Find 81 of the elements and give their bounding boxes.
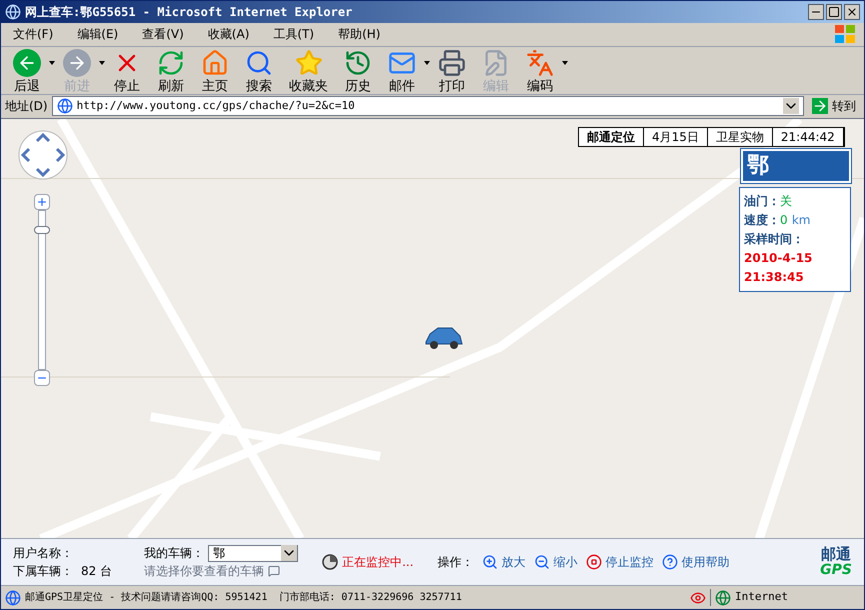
zone-text: Internet xyxy=(735,589,788,606)
zoom-slider-thumb[interactable] xyxy=(34,226,50,234)
go-button[interactable]: 转到 xyxy=(808,97,860,116)
dropdown-arrow-icon[interactable] xyxy=(562,60,568,64)
menu-item[interactable]: 编辑(E) xyxy=(73,25,122,44)
menu-item[interactable]: 帮助(H) xyxy=(334,25,384,44)
vehicle-select[interactable]: 鄂 xyxy=(208,544,298,562)
vehicles-count: 82 台 xyxy=(81,563,112,580)
sample-time-label: 采样时间： xyxy=(744,230,805,248)
address-field[interactable]: http://www.youtong.cc/gps/chache/?u=2&c=10 xyxy=(52,96,804,116)
pan-control[interactable] xyxy=(17,128,69,181)
vehicles-label: 下属车辆： xyxy=(13,563,73,580)
dropdown-arrow-icon[interactable] xyxy=(49,60,55,64)
history-icon xyxy=(344,48,372,76)
toolbar-button[interactable]: 编码 xyxy=(518,44,562,96)
vehicle-hint: 请选择你要查看的车辆 xyxy=(144,563,264,580)
close-button[interactable] xyxy=(844,4,860,20)
toolbar-button[interactable]: 邮件 xyxy=(380,44,424,96)
status-strip-cell: 4月15日 xyxy=(644,128,708,146)
user-label: 用户名称： xyxy=(13,545,74,562)
speech-bubble-icon xyxy=(268,565,280,578)
minimize-button[interactable] xyxy=(808,4,824,20)
close-icon xyxy=(846,6,858,18)
dropdown-arrow-icon[interactable] xyxy=(424,60,430,64)
encoding-icon xyxy=(526,48,554,76)
menu-item[interactable]: 查看(V) xyxy=(138,25,188,44)
gps-logo: 邮通 GPS xyxy=(820,546,852,578)
status-text: 邮通GPS卫星定位 - 技术问题请请咨询QQ: 5951421 门市部电话: 0711-3229696 3257711 xyxy=(25,590,463,606)
stop-icon xyxy=(586,554,602,570)
sample-date: 2010-4-15 xyxy=(744,250,814,267)
search-icon xyxy=(245,48,273,76)
back-icon xyxy=(13,48,41,76)
page-icon xyxy=(56,98,73,114)
home-icon xyxy=(201,48,229,76)
zoom-in-icon xyxy=(482,554,498,570)
status-strip-cell: 邮通定位 xyxy=(579,128,644,146)
zoom-in-button[interactable] xyxy=(34,194,50,210)
throttle-value: 关 xyxy=(780,194,792,208)
maximize-icon xyxy=(828,6,840,18)
speed-label: 速度： xyxy=(744,212,780,227)
monitor-status-icon xyxy=(322,554,338,570)
toolbar-button[interactable]: 主页 xyxy=(193,44,237,96)
help-icon xyxy=(662,554,678,570)
toolbar-button[interactable]: 打印 xyxy=(430,44,474,96)
browser-icon xyxy=(5,4,21,20)
printer-icon xyxy=(438,48,466,76)
menu-item[interactable]: 收藏(A) xyxy=(204,25,254,44)
address-label: 地址(D) xyxy=(5,98,48,116)
stop-monitor-button[interactable]: 停止监控 xyxy=(586,553,654,572)
toolbar-button[interactable]: 历史 xyxy=(336,44,380,96)
toolbar-button[interactable]: 停止 xyxy=(105,44,149,96)
speed-value: 0 xyxy=(780,212,788,227)
throttle-label: 油门： xyxy=(744,194,780,208)
toolbar-button[interactable]: 收藏夹 xyxy=(281,44,336,96)
toolbar-button[interactable]: 刷新 xyxy=(149,44,193,96)
speed-unit: km xyxy=(792,212,810,227)
menu-item[interactable]: 文件(F) xyxy=(9,25,58,44)
my-vehicle-label: 我的车辆： xyxy=(144,545,204,562)
zoom-out-button[interactable]: 缩小 xyxy=(534,553,578,572)
window-title: 网上查车:鄂G55651 - Microsoft Internet Explorer xyxy=(25,4,354,21)
status-strip-cell: 卫星实物 xyxy=(708,128,773,146)
maximize-button[interactable] xyxy=(826,4,842,20)
help-link[interactable]: 使用帮助 xyxy=(662,553,730,572)
zoom-out-button[interactable] xyxy=(34,370,50,386)
globe-icon xyxy=(715,590,731,606)
toolbar-button[interactable]: 后退 xyxy=(5,44,49,96)
windows-logo-icon xyxy=(834,24,856,44)
operations-label: 操作： xyxy=(438,554,474,572)
plus-icon xyxy=(36,196,48,208)
zoom-out-icon xyxy=(534,554,550,570)
status-strip-cell: 21:44:42 xyxy=(772,128,844,146)
menu-item[interactable]: 工具(T) xyxy=(269,25,318,44)
toolbar-button[interactable]: 搜索 xyxy=(237,44,281,96)
plate-banner: 鄂 xyxy=(741,148,851,183)
sample-time: 21:38:45 xyxy=(744,268,805,286)
page-icon xyxy=(5,590,21,606)
monitor-status: 正在监控中... xyxy=(342,554,414,572)
star-icon xyxy=(294,48,322,76)
privacy-icon xyxy=(690,590,706,606)
zoom-in-button[interactable]: 放大 xyxy=(482,553,526,572)
refresh-icon xyxy=(157,48,185,76)
